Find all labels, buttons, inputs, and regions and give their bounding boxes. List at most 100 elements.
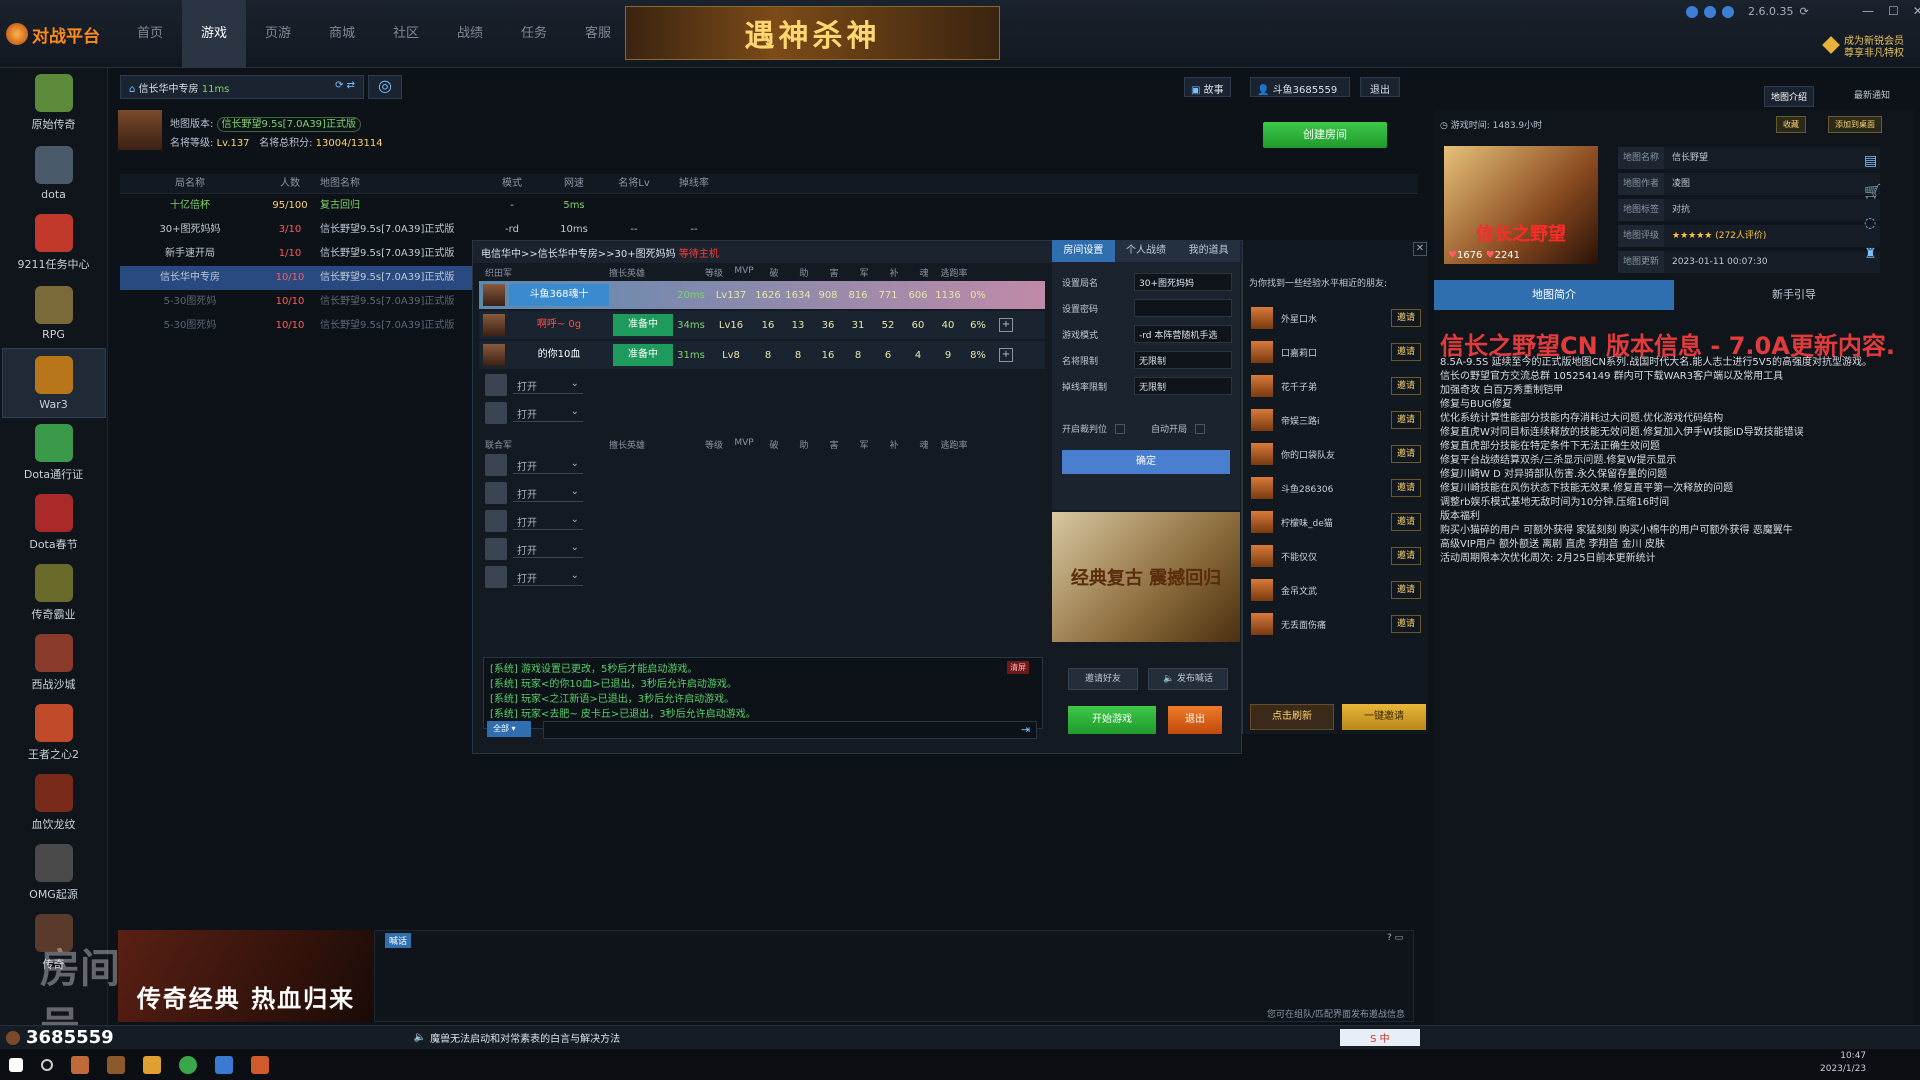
nav-tab-6[interactable]: 任务	[502, 0, 566, 68]
start-game-button[interactable]: 开始游戏	[1068, 706, 1156, 734]
shield-icon[interactable]	[1704, 5, 1716, 18]
sidebar-item-11[interactable]: OMG起源	[2, 838, 106, 908]
player-row[interactable]: 斗鱼368魂十 20ms Lv137 1626 1634 908 816 771 606 1136…	[479, 281, 1045, 309]
app-icon-browser[interactable]	[179, 1055, 197, 1074]
player-avatar[interactable]	[483, 284, 505, 306]
clear-chat-button[interactable]: 清屏	[1007, 661, 1029, 674]
search-icon[interactable]	[41, 1058, 53, 1071]
chat-filter-select[interactable]: 全部 ▾	[487, 721, 531, 737]
start-icon[interactable]	[9, 1057, 23, 1072]
invite-button[interactable]: 邀请	[1391, 581, 1421, 599]
logout-button[interactable]: 退出	[1360, 77, 1400, 97]
nav-tab-4[interactable]: 社区	[374, 0, 438, 68]
friend-avatar[interactable]	[1251, 443, 1273, 465]
invite-button[interactable]: 邀请	[1391, 445, 1421, 463]
friend-avatar[interactable]	[1251, 409, 1273, 431]
open-slot[interactable]: 打开 ⌄	[479, 535, 1045, 563]
open-slot[interactable]: 打开 ⌄	[479, 399, 1045, 427]
friend-avatar[interactable]	[1251, 307, 1273, 329]
nav-tab-0[interactable]: 首页	[118, 0, 182, 68]
avatar[interactable]	[6, 1030, 20, 1045]
invite-button[interactable]: 邀请	[1391, 343, 1421, 361]
friend-avatar[interactable]	[1251, 613, 1273, 635]
room-chat-log[interactable]: [系统] 游戏设置已更改，5秒后才能启动游戏。 [系统] 玩家<的你10血>已退出…	[483, 657, 1043, 729]
favorite-button[interactable]: 收藏	[1776, 116, 1806, 133]
app-logo[interactable]: 对战平台	[6, 14, 102, 54]
bottom-ad-banner[interactable]: 传奇经典 热血归来	[118, 930, 374, 1022]
nav-tab-1[interactable]: 游戏	[182, 0, 246, 68]
invite-button[interactable]: 邀请	[1391, 309, 1421, 327]
add-friend-icon[interactable]: +	[999, 348, 1013, 362]
settings-field[interactable]: 无限制	[1134, 377, 1232, 395]
app-icon-k[interactable]	[215, 1055, 233, 1074]
friend-avatar[interactable]	[1251, 579, 1273, 601]
user-button[interactable]: 👤 斗鱼3685559	[1250, 77, 1350, 97]
quit-room-button[interactable]: 退出	[1168, 706, 1222, 734]
mail-icon[interactable]	[1722, 5, 1734, 18]
sidebar-item-9[interactable]: 王者之心2	[2, 698, 106, 768]
invite-button[interactable]: 邀请	[1391, 513, 1421, 531]
nav-tab-5[interactable]: 战绩	[438, 0, 502, 68]
room-row[interactable]: 十亿倍杯 95/100 复古回归 - 5ms	[120, 194, 1418, 218]
invite-button[interactable]: 邀请	[1391, 377, 1421, 395]
maximize-icon[interactable]: ☐	[1888, 4, 1899, 18]
confirm-button[interactable]: 确定	[1062, 450, 1230, 474]
nav-tab-2[interactable]: 页游	[246, 0, 310, 68]
settings-field[interactable]: 30+图死妈妈	[1134, 273, 1232, 291]
chat-tab-shout[interactable]: 喊话	[385, 933, 412, 948]
map-version-select[interactable]: 信长野望9.5s[7.0A39]正式版	[216, 117, 361, 132]
open-slot[interactable]: 打开 ⌄	[479, 563, 1045, 591]
player-row[interactable]: 啊呼~ 0g 准备中 34ms Lv16 16 13 36 31 52 60 40 6% +	[479, 311, 1045, 339]
invite-button[interactable]: 邀请	[1391, 411, 1421, 429]
sidebar-item-5[interactable]: Dota通行证	[2, 418, 106, 488]
app-icon-game[interactable]	[71, 1055, 89, 1074]
friend-avatar[interactable]	[1251, 511, 1273, 533]
user-avatar[interactable]	[118, 110, 162, 150]
bag-button[interactable]: ▣ 故事	[1184, 77, 1231, 97]
chat-input[interactable]	[543, 721, 1037, 739]
promo-banner[interactable]: 经典复古 震撼回归	[1052, 512, 1240, 642]
slot-select[interactable]: 打开 ⌄	[513, 512, 583, 530]
broadcast-button[interactable]: 🔈 发布喊话	[1148, 668, 1228, 690]
sidebar-item-1[interactable]: dota	[2, 138, 106, 208]
invite-button[interactable]: 邀请	[1391, 547, 1421, 565]
chat-icon[interactable]: ◌	[1864, 208, 1881, 239]
network-icon[interactable]	[1686, 5, 1698, 18]
settings-tab-1[interactable]: 个人战绩	[1114, 240, 1178, 262]
room-row[interactable]: 30+图死妈妈 3/10 信长野望9.5s[7.0A39]正式版 -rd 10ms -- -…	[120, 218, 1418, 242]
sidebar-item-6[interactable]: Dota春节	[2, 488, 106, 558]
sidebar-item-3[interactable]: RPG	[2, 278, 106, 348]
globe-button[interactable]: ◎	[368, 75, 402, 99]
sidebar-item-7[interactable]: 传奇霸业	[2, 558, 106, 628]
friend-avatar[interactable]	[1251, 341, 1273, 363]
trophy-icon[interactable]: ♜	[1864, 239, 1881, 270]
sidebar-item-10[interactable]: 血饮龙纹	[2, 768, 106, 838]
referee-checkbox[interactable]	[1115, 423, 1126, 434]
refresh-icon[interactable]: ⟳ ⇄	[335, 80, 355, 91]
sidebar-item-4[interactable]: War3	[1, 348, 106, 418]
refresh-friends-button[interactable]: 点击刷新	[1250, 704, 1334, 730]
invite-button[interactable]: 邀请	[1391, 615, 1421, 633]
open-slot[interactable]: 打开 ⌄	[479, 479, 1045, 507]
latest-notice-link[interactable]: 最新通知	[1854, 88, 1890, 101]
friend-avatar[interactable]	[1251, 375, 1273, 397]
app-icon-folder[interactable]	[143, 1055, 161, 1074]
slot-select[interactable]: 打开 ⌄	[513, 376, 583, 394]
settings-tab-2[interactable]: 我的道具	[1177, 240, 1241, 262]
top-banner-ad[interactable]: 遇神杀神	[625, 6, 1000, 60]
info-tab-0[interactable]: 地图简介	[1434, 280, 1674, 310]
info-tab-1[interactable]: 新手引导	[1674, 280, 1914, 310]
create-room-button[interactable]: 创建房间	[1263, 122, 1387, 148]
invite-button[interactable]: 邀请	[1391, 479, 1421, 497]
status-tip[interactable]: 魔兽无法启动和对常素表的白言与解决方法	[430, 1030, 620, 1045]
add-desktop-button[interactable]: 添加到桌面	[1828, 116, 1882, 133]
chat-help-icon[interactable]: ? ▭	[1387, 933, 1403, 943]
player-avatar[interactable]	[483, 344, 505, 366]
send-icon[interactable]: ⇥	[1021, 723, 1030, 736]
player-row[interactable]: 的你10血 准备中 31ms Lv8 8 8 16 8 6 4 9 8% +	[479, 341, 1045, 369]
room-selector[interactable]: ⌂ 信长华中专房 11ms ⟳ ⇄	[120, 75, 364, 99]
player-avatar[interactable]	[483, 314, 505, 336]
sidebar-item-8[interactable]: 西战沙城	[2, 628, 106, 698]
settings-field[interactable]	[1134, 299, 1232, 317]
vip-promo[interactable]: 成为新锐会员 尊享非凡特权	[1822, 36, 1914, 60]
